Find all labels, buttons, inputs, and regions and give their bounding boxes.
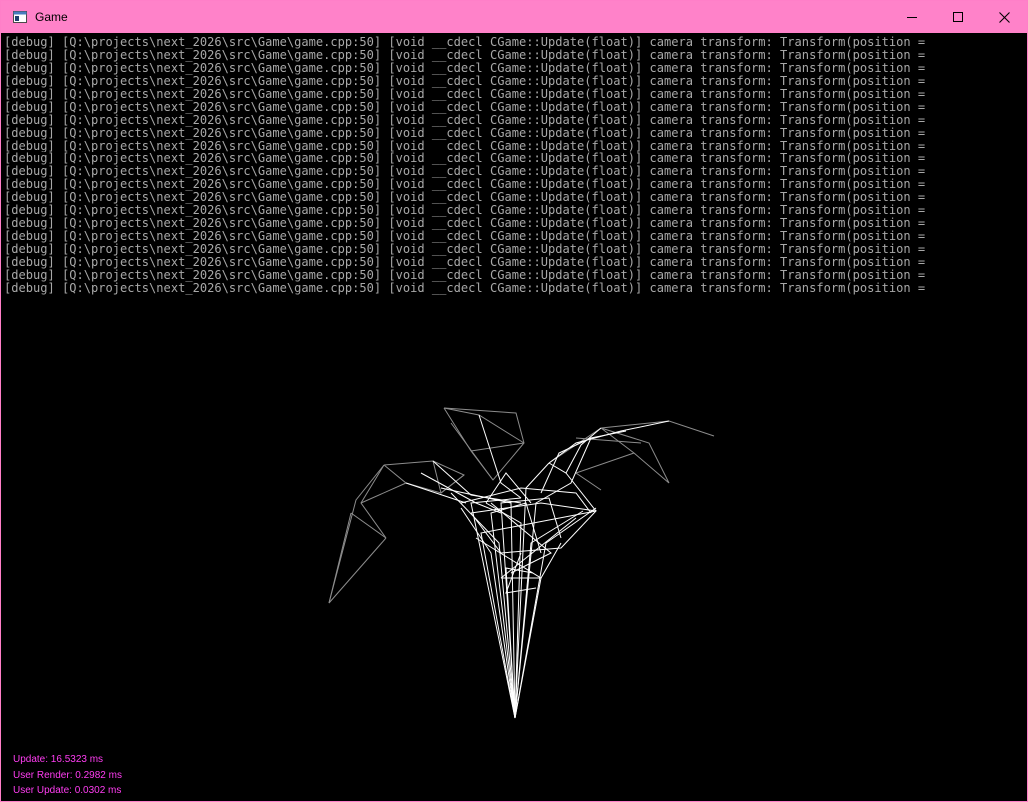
stat-user-update: User Update: 0.0302 ms [13, 785, 122, 796]
minimize-button[interactable] [889, 1, 935, 33]
wireframe-plant-render [328, 407, 715, 719]
game-window: Game [debug] [Q:\projects\next_2026\src\… [0, 0, 1028, 802]
window-title: Game [35, 10, 68, 24]
console-app-icon [12, 9, 28, 25]
window-controls [889, 1, 1027, 33]
stat-update: Update: 16.5323 ms [13, 754, 104, 765]
close-icon [998, 11, 1010, 23]
plant-core-bright [405, 414, 670, 719]
stat-user-render: User Render: 0.2982 ms [13, 769, 122, 781]
close-button[interactable] [981, 1, 1027, 33]
maximize-icon [953, 12, 963, 22]
title-bar[interactable]: Game [1, 1, 1027, 33]
maximize-button[interactable] [935, 1, 981, 33]
minimize-icon [907, 17, 917, 18]
performance-stats: Update: 16.5323 ms User Render: 0.2982 m… [13, 752, 122, 799]
